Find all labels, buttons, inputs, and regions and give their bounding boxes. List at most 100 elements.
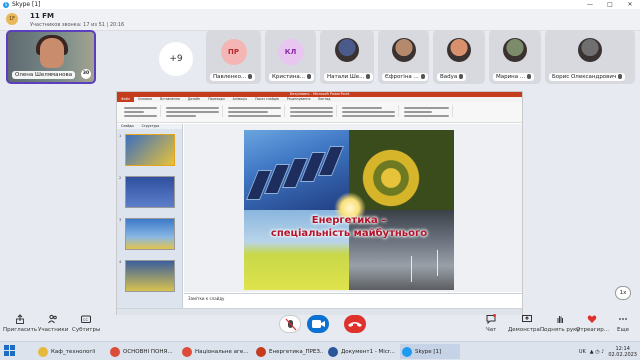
- call-header: 1F 11 FM Участников звонка: 17 из 51 | 2…: [0, 9, 640, 31]
- control-label: Поднять руку: [540, 327, 580, 333]
- control-label: Еще: [617, 327, 630, 333]
- control-label: Участники: [38, 327, 69, 333]
- participant-tile[interactable]: КЛ Кристина...: [265, 30, 316, 84]
- control-label: Чат: [486, 327, 497, 333]
- group-avatar[interactable]: 1F: [6, 13, 18, 25]
- slide-editor: Енергетика – спеціальність майбутнього: [184, 124, 522, 292]
- participant-name: Кристина...: [269, 73, 314, 81]
- participant-photo: [578, 38, 602, 62]
- language-indicator[interactable]: UK: [579, 349, 586, 355]
- close-button[interactable]: ✕: [620, 0, 640, 9]
- hang-up-icon: [348, 322, 362, 327]
- mic-icon: [459, 74, 464, 79]
- call-name[interactable]: 11 FM: [30, 12, 54, 20]
- zoom-button[interactable]: 1x: [615, 286, 631, 300]
- powerpoint-statusbar: [117, 308, 522, 315]
- participant-photo: [391, 38, 416, 62]
- slide-number: 2: [119, 176, 122, 180]
- system-tray: UK ▲ ◷ ♪ 12:14 02.02.2023: [579, 343, 637, 360]
- taskbar-item[interactable]: ОСНОВНІ ПОНЯ...: [108, 344, 178, 359]
- screen-share-icon: [521, 314, 532, 324]
- shared-screen[interactable]: Безумовно - Microsoft PowerPoint Файл Осн…: [116, 91, 523, 315]
- call-subtitle: Участников звонка: 17 из 51 | 20:16: [30, 22, 125, 28]
- mic-icon: [527, 74, 532, 79]
- participant-photo: [503, 38, 527, 62]
- more-participants-count: +9: [159, 42, 193, 76]
- self-video-tile[interactable]: Олена Шеляманова 30: [6, 30, 96, 84]
- mic-off-icon: [285, 318, 297, 331]
- participant-name: Марина ...: [493, 73, 535, 81]
- people-control[interactable]: Участники: [38, 314, 68, 333]
- participant-tile[interactable]: Єфрогіна ...: [378, 30, 429, 84]
- slide-thumbnail[interactable]: [125, 260, 175, 292]
- more-icon: [618, 314, 628, 324]
- participant-photo: [335, 38, 359, 62]
- participant-name: Павленко...: [210, 73, 256, 81]
- chat-icon: [486, 314, 497, 325]
- mic-icon: [248, 74, 253, 79]
- participant-avatar: ПР: [220, 39, 247, 65]
- slide-number: 4: [119, 260, 122, 264]
- heart-control[interactable]: Отреагир...: [576, 314, 609, 333]
- video-camera-icon: [312, 320, 325, 328]
- taskbar-item[interactable]: Каф_технології: [36, 344, 106, 359]
- video-button[interactable]: [307, 315, 329, 333]
- sunflowers-image: [349, 130, 454, 210]
- chat-control[interactable]: Чат: [486, 314, 496, 333]
- slide-thumbnail[interactable]: [125, 218, 175, 250]
- svg-text:CC: CC: [83, 318, 88, 322]
- taskbar-item[interactable]: Документ1 - Micr...: [326, 344, 398, 359]
- chrome-icon: [182, 346, 192, 357]
- end-call-button[interactable]: [344, 315, 366, 333]
- control-label: Отреагир...: [576, 327, 609, 333]
- mic-icon: [420, 74, 425, 79]
- window-title: Skype [1]: [12, 1, 41, 8]
- chrome-icon: [110, 346, 120, 357]
- more-participants-tile[interactable]: +9: [152, 30, 200, 84]
- folder-icon: [38, 346, 48, 357]
- hand-icon: [555, 314, 565, 324]
- current-slide[interactable]: Енергетика – спеціальність майбутнього: [244, 130, 454, 290]
- slide-title: Енергетика – спеціальність майбутнього: [270, 215, 428, 239]
- taskbar-item-label: Каф_технології: [51, 348, 96, 355]
- control-label: Пригласить: [3, 327, 38, 333]
- participant-tile[interactable]: Борис Олександрович: [545, 30, 635, 84]
- slide-thumbnail[interactable]: [125, 134, 175, 166]
- slide-thumbnail[interactable]: [125, 176, 175, 208]
- taskbar-item[interactable]: Skype [1]: [400, 344, 460, 359]
- window-controls: — □ ✕: [580, 0, 640, 9]
- minimize-button[interactable]: —: [580, 0, 600, 9]
- taskbar-item-label: Енергетика_ПРЕЗ...: [269, 348, 324, 355]
- participant-name: Badya: [437, 73, 467, 81]
- windows-start-icon[interactable]: [4, 345, 16, 357]
- mic-icon: [366, 74, 371, 79]
- taskbar-item-label: ОСНОВНІ ПОНЯ...: [123, 348, 173, 355]
- taskbar-item-label: Skype [1]: [415, 348, 442, 355]
- participant-tile[interactable]: Натали Ше...: [320, 30, 374, 84]
- share-icon: [15, 314, 25, 324]
- outline-tab[interactable]: Структура: [138, 124, 164, 129]
- participant-tile[interactable]: Марина ...: [489, 30, 541, 84]
- clock[interactable]: 12:14 02.02.2023: [608, 346, 637, 358]
- more-control[interactable]: Еще: [617, 314, 629, 333]
- hand-control[interactable]: Поднять руку: [540, 314, 580, 333]
- tray-icons[interactable]: ▲ ◷ ♪: [590, 349, 605, 355]
- participant-tile[interactable]: Badya: [433, 30, 485, 84]
- taskbar-item-label: Документ1 - Micr...: [341, 348, 395, 355]
- participant-video: [40, 38, 64, 68]
- heart-icon: [587, 314, 597, 324]
- solar-panels-image: [244, 130, 349, 210]
- participant-name: Олена Шеляманова: [12, 71, 76, 79]
- share-control[interactable]: Пригласить: [3, 314, 37, 333]
- slide-notes[interactable]: Замітки к слайду: [184, 293, 522, 308]
- slides-tab[interactable]: Слайди: [117, 124, 138, 129]
- people-icon: [48, 314, 58, 324]
- mute-button[interactable]: [279, 315, 301, 333]
- participant-tile[interactable]: ПР Павленко...: [206, 30, 261, 84]
- taskbar-item[interactable]: Національне аге...: [180, 344, 252, 359]
- taskbar-item[interactable]: Енергетика_ПРЕЗ...: [254, 344, 324, 359]
- maximize-button[interactable]: □: [600, 0, 620, 9]
- captions-icon: CC: [81, 314, 92, 324]
- participant-name: Єфрогіна ...: [382, 73, 428, 81]
- captions-control[interactable]: CC Субтитры: [72, 314, 100, 333]
